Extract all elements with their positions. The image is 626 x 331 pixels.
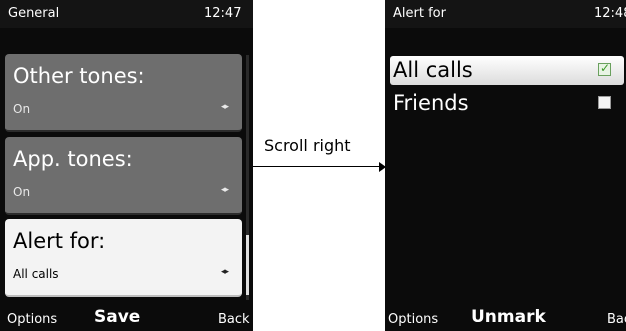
screen-title: Alert for (393, 6, 446, 21)
scroll-right-caption: Scroll right (264, 136, 351, 155)
back-softkey[interactable]: Back (607, 312, 626, 327)
unmark-softkey[interactable]: Unmark (471, 307, 546, 327)
arrow-line (253, 166, 379, 167)
checkmark-icon: ✓ (600, 61, 611, 75)
left-right-arrows-icon: ◂▸ (220, 185, 229, 195)
left-right-arrows-icon: ◂▸ (220, 102, 229, 112)
screenshot-stage: General 12:47 Other tones: On ◂▸ App. to… (0, 0, 626, 331)
status-bar: General 12:47 (0, 0, 253, 28)
checkbox-checked-icon[interactable]: ✓ (598, 61, 611, 76)
back-softkey[interactable]: Back (218, 312, 250, 327)
softkey-bar: Options Unmark Back (385, 303, 626, 331)
option-label: All calls (393, 58, 473, 82)
screen-title: General (8, 6, 60, 21)
setting-other-tones[interactable]: Other tones: On ◂▸ (5, 54, 242, 132)
setting-label: Alert for: (13, 229, 106, 253)
softkey-bar: Options Save Back (0, 303, 253, 331)
alert-for-screen: Alert for 12:48 All calls ✓ Friends Opti… (385, 0, 626, 331)
option-all-calls[interactable]: All calls ✓ (390, 56, 624, 85)
setting-label: App. tones: (13, 147, 133, 171)
scrollbar[interactable] (246, 55, 249, 300)
options-softkey[interactable]: Options (388, 312, 438, 327)
setting-value: On (13, 102, 31, 116)
option-label: Friends (393, 91, 469, 115)
option-friends[interactable]: Friends (390, 89, 624, 118)
options-softkey[interactable]: Options (7, 312, 57, 327)
setting-alert-for[interactable]: Alert for: All calls ◂▸ (5, 219, 242, 297)
status-bar: Alert for 12:48 (385, 0, 626, 28)
setting-label: Other tones: (13, 64, 145, 88)
general-settings-screen: General 12:47 Other tones: On ◂▸ App. to… (0, 0, 253, 331)
setting-app-tones[interactable]: App. tones: On ◂▸ (5, 137, 242, 215)
setting-value: On (13, 185, 31, 199)
clock: 12:48 (594, 6, 626, 21)
checkbox-unchecked-icon[interactable] (598, 96, 611, 109)
save-softkey[interactable]: Save (94, 307, 140, 327)
scrollbar-thumb[interactable] (246, 235, 249, 295)
setting-value: All calls (13, 267, 59, 281)
clock: 12:47 (204, 6, 242, 21)
left-right-arrows-icon: ◂▸ (220, 267, 229, 277)
